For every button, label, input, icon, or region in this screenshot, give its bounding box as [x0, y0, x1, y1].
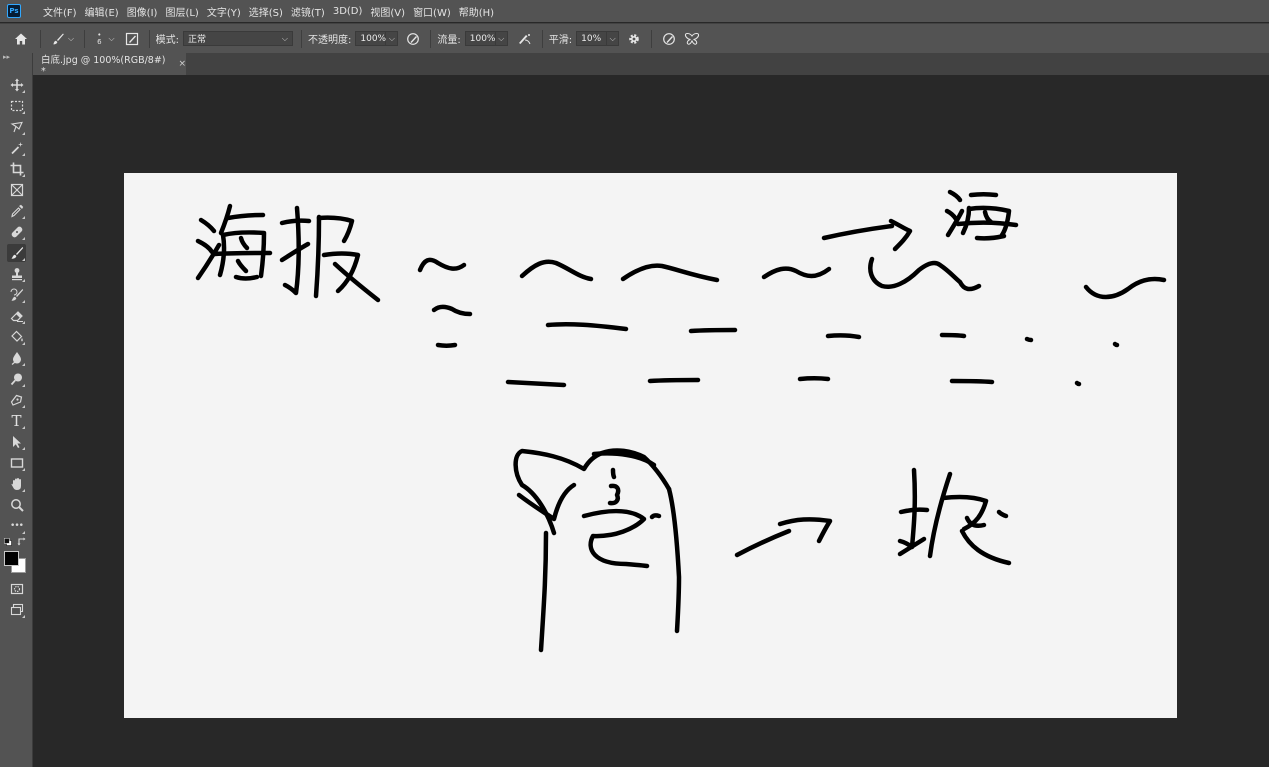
flow-dropdown[interactable]: ⌵	[495, 31, 508, 46]
more-tools-glyph: •••	[10, 521, 24, 531]
rectangle-tool-icon[interactable]	[7, 454, 26, 472]
menu-view[interactable]: 视图(V)	[370, 4, 405, 19]
menu-bar: Ps 文件(F) 编辑(E) 图像(I) 图层(L) 文字(Y) 选择(S) 滤…	[0, 0, 1269, 22]
opacity-label: 不透明度:	[308, 35, 352, 46]
menu-window[interactable]: 窗口(W)	[413, 4, 451, 19]
collapse-panel-icon[interactable]: ▸▸	[3, 53, 10, 61]
crop-tool-icon[interactable]	[7, 160, 26, 178]
document-tab[interactable]: 白底.jpg @ 100%(RGB/8#) * ×	[33, 53, 186, 77]
dodge-tool-icon[interactable]	[7, 370, 26, 388]
flow-value: 100%	[469, 33, 496, 44]
menu-select[interactable]: 选择(S)	[249, 4, 283, 19]
flow-input[interactable]: 100%	[464, 31, 496, 46]
document-canvas[interactable]: 海报	[124, 173, 1177, 718]
sketch-text-bao	[279, 205, 381, 303]
path-selection-tool-icon[interactable]	[7, 433, 26, 451]
sketch-text-bao-right: 抱	[897, 467, 1012, 566]
clone-stamp-tool-icon[interactable]	[7, 265, 26, 283]
opacity-value: 100%	[360, 33, 387, 44]
sketch-figure	[513, 448, 682, 653]
smoothing-label: 平滑:	[548, 35, 573, 46]
chevron-down-icon: ⌵	[498, 33, 505, 43]
smoothing-input[interactable]: 10%	[576, 31, 608, 46]
sketch-waves-row1	[417, 218, 1167, 348]
brush-preset-icon	[53, 33, 64, 44]
chevron-down-icon: ⌵	[388, 33, 395, 43]
hand-tool-icon[interactable]	[7, 475, 26, 493]
chevron-down-icon: ⌵	[281, 33, 288, 43]
sketch-dashes-row3	[505, 376, 1082, 388]
document-tab-bar: 白底.jpg @ 100%(RGB/8#) * ×	[33, 53, 1269, 77]
gear-icon[interactable]	[627, 32, 641, 46]
close-icon[interactable]: ×	[178, 59, 186, 69]
chevron-down-icon: ⌵	[609, 33, 616, 43]
lasso-tool-icon[interactable]	[7, 118, 26, 136]
tool-preset-picker[interactable]: ⌵	[51, 32, 74, 46]
type-tool-glyph: T	[11, 412, 22, 430]
hand-drawn-sketch: 海报 抱	[195, 189, 1167, 653]
eyedropper-tool-icon[interactable]	[7, 202, 26, 220]
brush-settings-panel-icon[interactable]	[125, 32, 139, 46]
opacity-input[interactable]: 100%	[355, 31, 387, 46]
mode-label: 模式:	[155, 35, 179, 46]
zoom-tool-icon[interactable]	[7, 496, 26, 514]
screen-mode-icon[interactable]	[7, 601, 26, 619]
swap-colors-icon[interactable]	[17, 537, 27, 547]
pressure-opacity-icon[interactable]	[406, 32, 420, 46]
chevron-down-icon[interactable]: ⌵	[109, 34, 115, 44]
pressure-size-icon[interactable]	[662, 32, 676, 46]
marquee-tool-icon[interactable]	[7, 97, 26, 115]
flow-label: 流量:	[437, 35, 461, 46]
chevron-down-icon: ⌵	[68, 33, 75, 43]
sketch-dashes-row2	[545, 321, 1120, 348]
menu-image[interactable]: 图像(I)	[127, 4, 158, 19]
blur-tool-icon[interactable]	[7, 349, 26, 367]
sketch-text-hai-right	[944, 189, 1019, 241]
menu-layer[interactable]: 图层(L)	[165, 4, 198, 19]
options-bar: ⌵ • 6 ⌵ 模式: 正常 ⌵ 不透明度: 100% ⌵ 流量: 100% ⌵…	[0, 23, 1269, 53]
smoothing-dropdown[interactable]: ⌵	[607, 31, 620, 46]
eraser-tool-icon[interactable]	[7, 307, 26, 325]
menu-filter[interactable]: 滤镜(T)	[291, 4, 325, 19]
brush-size-picker[interactable]: • 6	[97, 31, 102, 46]
sketch-text-hai: 海报	[195, 203, 273, 281]
menu-help[interactable]: 帮助(H)	[459, 4, 494, 19]
sketch-arrow	[734, 517, 833, 558]
smoothing-value: 10%	[581, 33, 602, 44]
frame-tool-icon[interactable]	[7, 181, 26, 199]
mode-select[interactable]: 正常 ⌵	[183, 31, 293, 46]
paint-bucket-tool-icon[interactable]	[7, 328, 26, 346]
edit-toolbar-icon[interactable]: •••	[7, 517, 26, 535]
move-tool-icon[interactable]	[7, 76, 26, 94]
brush-size-value: 6	[97, 37, 102, 46]
menu-edit[interactable]: 编辑(E)	[85, 4, 119, 19]
healing-brush-tool-icon[interactable]	[7, 223, 26, 241]
mode-value: 正常	[188, 35, 207, 45]
brush-tool-icon[interactable]	[7, 244, 26, 262]
photoshop-logo[interactable]: Ps	[7, 4, 21, 18]
menu-3d[interactable]: 3D(D)	[333, 6, 363, 17]
tool-panel: ▸▸ T •••	[0, 53, 33, 767]
magic-wand-tool-icon[interactable]	[7, 139, 26, 157]
default-colors-icon[interactable]	[4, 538, 12, 546]
symmetry-butterfly-icon[interactable]	[684, 32, 700, 46]
foreground-color-swatch[interactable]	[4, 551, 19, 566]
menu-type[interactable]: 文字(Y)	[207, 4, 241, 19]
type-tool-icon[interactable]: T	[7, 412, 26, 430]
document-tab-title: 白底.jpg @ 100%(RGB/8#) *	[41, 54, 166, 77]
airbrush-icon[interactable]	[516, 32, 532, 46]
quick-mask-icon[interactable]	[7, 580, 26, 598]
home-icon[interactable]	[14, 32, 28, 46]
history-brush-tool-icon[interactable]	[7, 286, 26, 304]
menu-file[interactable]: 文件(F)	[43, 4, 77, 19]
opacity-dropdown[interactable]: ⌵	[386, 31, 399, 46]
pen-tool-icon[interactable]	[7, 391, 26, 409]
